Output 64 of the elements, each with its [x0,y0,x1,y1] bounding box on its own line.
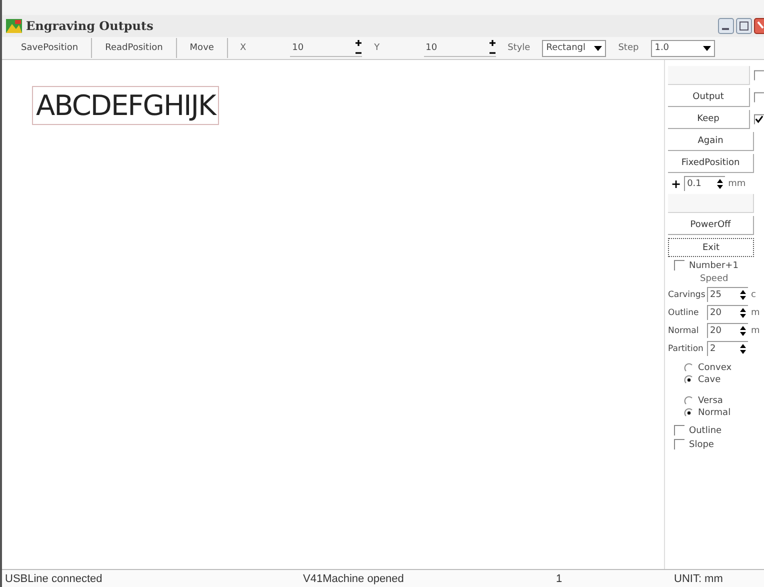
radio-label: Normal [698,408,731,418]
side-button[interactable]: Exit [668,238,754,257]
spin-field[interactable]: 25 [707,287,748,302]
spin-arrows-icon[interactable] [740,344,746,354]
window-title: Engraving Outputs [26,19,154,33]
field-label: Normal [668,326,700,336]
unit-label: m [751,308,760,318]
checkbox[interactable] [674,439,685,450]
checkbox[interactable] [674,425,685,436]
spin-arrows-icon[interactable] [355,38,362,56]
spin-field[interactable]: 2 [707,341,748,356]
dropdown[interactable]: Rectangl [542,40,606,56]
radio-button[interactable] [684,408,694,418]
radio-label: Convex [698,363,732,373]
spin-field[interactable]: 10 [290,39,362,57]
spin-arrows-icon[interactable] [740,326,746,336]
dropdown-arrow-icon[interactable] [594,46,602,50]
maximize-icon[interactable] [736,18,752,34]
unit-label: m [751,326,760,336]
status-text: UNIT: mm [673,572,723,584]
side-button[interactable]: Keep [668,110,750,129]
spin-field[interactable]: 0.1 [684,176,726,191]
engraving-text[interactable]: ABCDEFGHIJK [32,86,220,125]
section-heading: Speed [699,274,730,284]
unit-label: c [751,290,756,300]
field-label: Style [508,43,530,53]
radio-button[interactable] [684,375,694,385]
minimize-icon[interactable] [718,18,734,34]
field-label: Step [618,43,639,53]
spin-arrows-icon[interactable] [488,38,496,56]
side-button[interactable]: Output [668,88,750,107]
side-button[interactable]: PowerOff [668,216,754,235]
spin-arrows-icon[interactable] [717,179,724,189]
checkbox[interactable] [754,92,764,103]
spin-field[interactable]: 20 [707,323,748,338]
side-button[interactable]: Again [668,132,754,151]
radio-label: Cave [698,375,721,385]
dropdown[interactable]: 1.0 [650,40,715,56]
status-text: 1 [555,572,564,584]
field-label: Carvings [668,290,704,300]
spin-arrows-icon[interactable] [740,290,746,300]
spin-field[interactable]: 20 [707,305,748,320]
unit-label: mm [728,178,746,188]
field-label: Outline [668,308,700,318]
plus-sign: + [670,176,682,190]
app-icon [6,19,22,33]
checkbox[interactable] [674,260,685,271]
field-label: Y [374,43,380,53]
spin-field[interactable]: 10 [424,39,496,57]
close-icon[interactable] [754,18,764,34]
status-text: USBLine connected [4,572,104,584]
checkbox[interactable] [754,114,764,125]
field-label: X [240,43,246,53]
radio-button[interactable] [684,396,694,406]
radio-label: Versa [698,396,723,406]
radio-button[interactable] [684,363,694,373]
side-button[interactable]: FixedPosition [668,154,754,173]
status-text: V41Machine opened [302,572,405,584]
dropdown-arrow-icon[interactable] [702,46,711,50]
field-label: Partition [668,344,704,354]
checkbox-label: Number+1 [689,260,738,270]
checkbox-label: Slope [689,440,714,450]
spin-arrows-icon[interactable] [740,308,746,318]
checkbox-label: Outline [689,426,722,436]
